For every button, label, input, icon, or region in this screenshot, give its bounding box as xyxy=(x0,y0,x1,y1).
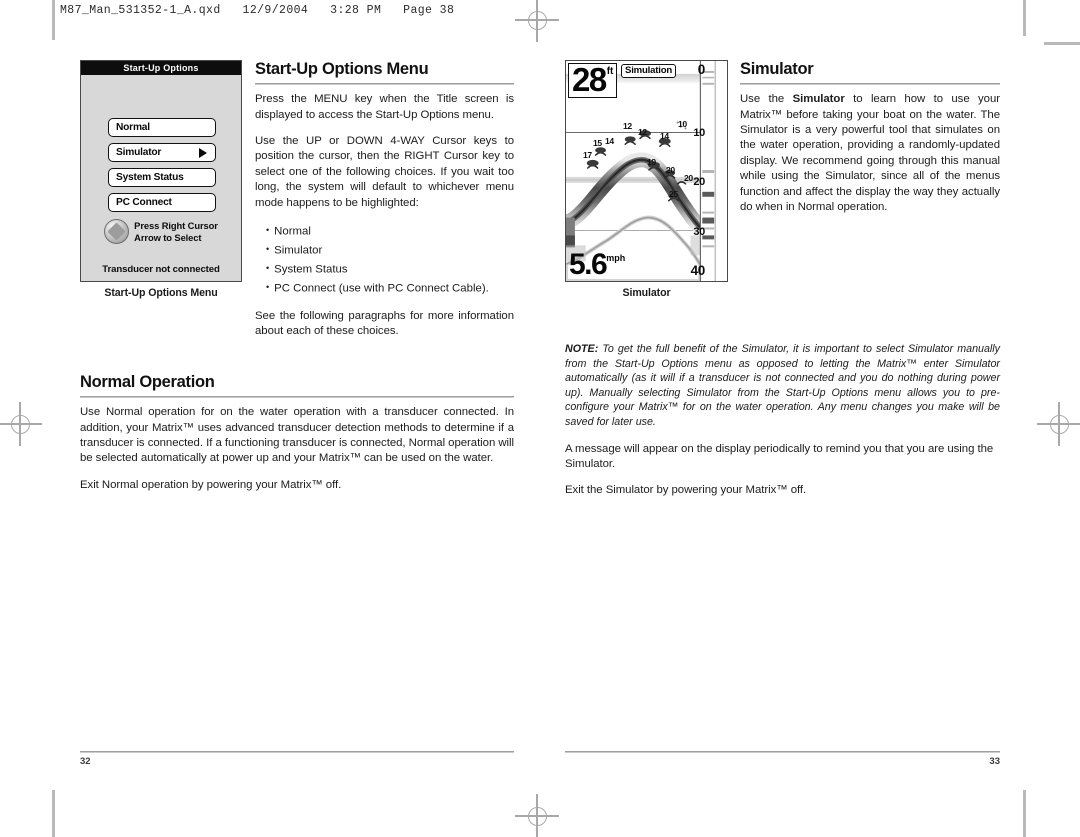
fish-label-5: 14 xyxy=(605,136,614,146)
speed-readout: 5.6 mph xyxy=(569,248,626,281)
simulator-note: NOTE: To get the full benefit of the Sim… xyxy=(565,342,1000,430)
trim-mark-bottom-right xyxy=(1023,790,1026,837)
cursor-prompt-line1: Press Right Cursor xyxy=(134,220,218,231)
film-header: M87_Man_531352-1_A.qxd 12/9/2004 3:28 PM… xyxy=(60,4,455,17)
footer-rule-right xyxy=(565,751,1000,754)
heading-simulator: Simulator xyxy=(740,60,814,78)
speed-unit: mph xyxy=(606,253,626,263)
heading-rule-simulator xyxy=(740,83,1000,86)
startup-options-figure: Start-Up Options Normal Simulator System… xyxy=(80,60,242,299)
startup-paragraph-1: Press the MENU key when the Title screen… xyxy=(255,93,514,121)
simulator-paragraph-1-bold: Simulator xyxy=(792,93,845,106)
left-page-footer: 32 xyxy=(80,751,514,775)
page-number-left: 32 xyxy=(80,756,91,768)
fish-label-1: 12 xyxy=(623,121,632,131)
startup-paragraph-2: Use the UP or DOWN 4-WAY Cursor keys to … xyxy=(255,135,514,209)
depth-scale-20: 20 xyxy=(693,176,705,188)
simulator-figure: 28 ft Simulation 0 10 20 30 40 12 12 10 … xyxy=(565,60,728,299)
choice-normal: Normal xyxy=(266,222,514,241)
right-page-text-column: Simulator Use the Simulator to learn how… xyxy=(740,60,1000,226)
menu-item-system-status[interactable]: System Status xyxy=(108,168,216,187)
fish-label-3: 10 xyxy=(678,119,687,129)
cursor-prompt-line2: Arrow to Select xyxy=(134,231,202,243)
heading-rule-normal-operation xyxy=(80,396,514,399)
transducer-status-text: Transducer not connected xyxy=(102,264,220,275)
fish-label-6: 17 xyxy=(583,150,592,160)
depth-scale-40: 40 xyxy=(690,263,706,278)
cursor-prompt-text: Press Right Cursor Arrow to Select xyxy=(134,220,218,243)
screen-title-bar: Start-Up Options xyxy=(81,61,241,75)
trim-mark-top-left xyxy=(52,0,55,40)
simulator-note-block: NOTE: To get the full benefit of the Sim… xyxy=(565,342,1000,510)
trim-mark-top-right xyxy=(1023,0,1026,36)
fish-label-10: 20 xyxy=(684,173,693,183)
note-text: To get the full benefit of the Simulator… xyxy=(565,343,1000,428)
menu-item-pc-connect-label: PC Connect xyxy=(116,197,172,208)
heading-startup-options-menu: Start-Up Options Menu xyxy=(255,60,429,78)
choice-simulator: Simulator xyxy=(266,241,514,260)
normal-operation-paragraph-1: Use Normal operation for on the water op… xyxy=(80,406,514,465)
simulator-paragraph-1-rest: to learn how to use your Matrix™ before … xyxy=(740,93,1000,214)
note-label: NOTE: xyxy=(565,343,599,355)
normal-operation-paragraph-2: Exit Normal operation by powering your M… xyxy=(80,478,342,491)
heading-rule xyxy=(255,83,514,86)
right-page-footer: 33 xyxy=(565,751,1000,775)
simulator-paragraph-1-lead: Use the xyxy=(740,93,793,106)
registration-mark-top xyxy=(515,0,559,42)
choice-pc-connect: PC Connect (use with PC Connect Cable). xyxy=(266,279,514,298)
startup-menu-list: Normal Simulator System Status PC Connec… xyxy=(108,118,216,218)
fish-label-4: 15 xyxy=(593,138,602,148)
speed-value: 5.6 xyxy=(569,248,608,281)
normal-operation-section: Normal Operation Use Normal operation fo… xyxy=(80,373,514,504)
registration-mark-left xyxy=(0,402,42,446)
trim-mark-bottom-left xyxy=(52,790,55,837)
menu-item-normal[interactable]: Normal xyxy=(108,118,216,137)
fish-label-7: 14 xyxy=(660,131,669,141)
depth-scale-30: 30 xyxy=(693,226,705,238)
depth-value: 28 xyxy=(572,61,607,98)
left-page-text-column: Start-Up Options Menu Press the MENU key… xyxy=(255,60,514,350)
simulator-paragraph-2: A message will appear on the display per… xyxy=(565,442,994,470)
sonar-simulator-screen: 28 ft Simulation 0 10 20 30 40 12 12 10 … xyxy=(565,60,728,282)
trim-mark-top-right-horizontal xyxy=(1044,42,1080,45)
simulator-figure-caption: Simulator xyxy=(622,287,671,299)
depth-scale-10: 10 xyxy=(693,127,705,139)
footer-rule-left xyxy=(80,751,514,754)
cursor-pad-icon xyxy=(104,219,130,244)
simulation-badge: Simulation xyxy=(621,64,677,78)
menu-item-pc-connect[interactable]: PC Connect xyxy=(108,193,216,212)
heading-normal-operation: Normal Operation xyxy=(80,373,215,391)
depth-scale-0: 0 xyxy=(697,62,706,77)
startup-figure-caption: Start-Up Options Menu xyxy=(104,287,218,299)
startup-options-screen: Start-Up Options Normal Simulator System… xyxy=(80,60,242,282)
fish-label-11: 25 xyxy=(669,189,678,199)
menu-item-simulator[interactable]: Simulator xyxy=(108,143,216,162)
registration-mark-bottom xyxy=(515,794,559,837)
page-number-right: 33 xyxy=(989,756,1000,768)
right-arrow-icon xyxy=(199,147,207,158)
startup-choices-list: Normal Simulator System Status PC Connec… xyxy=(255,222,514,298)
depth-unit: ft xyxy=(606,66,614,77)
registration-mark-right xyxy=(1037,402,1080,446)
startup-paragraph-3: See the following paragraphs for more in… xyxy=(255,309,514,338)
menu-item-simulator-label: Simulator xyxy=(116,147,162,158)
choice-system-status: System Status xyxy=(266,260,514,279)
fish-label-8: 19 xyxy=(647,157,656,167)
fish-label-2: 12 xyxy=(638,127,647,137)
menu-item-system-status-label: System Status xyxy=(116,172,184,183)
menu-item-normal-label: Normal xyxy=(116,122,150,133)
fish-label-9: 20 xyxy=(666,165,675,175)
simulator-paragraph-3: Exit the Simulator by powering your Matr… xyxy=(565,484,807,497)
depth-readout: 28 ft xyxy=(568,61,618,98)
simulator-paragraph-1: Use the Simulator to learn how to use yo… xyxy=(740,92,1000,215)
cursor-prompt: Press Right Cursor Arrow to Select xyxy=(81,219,241,244)
